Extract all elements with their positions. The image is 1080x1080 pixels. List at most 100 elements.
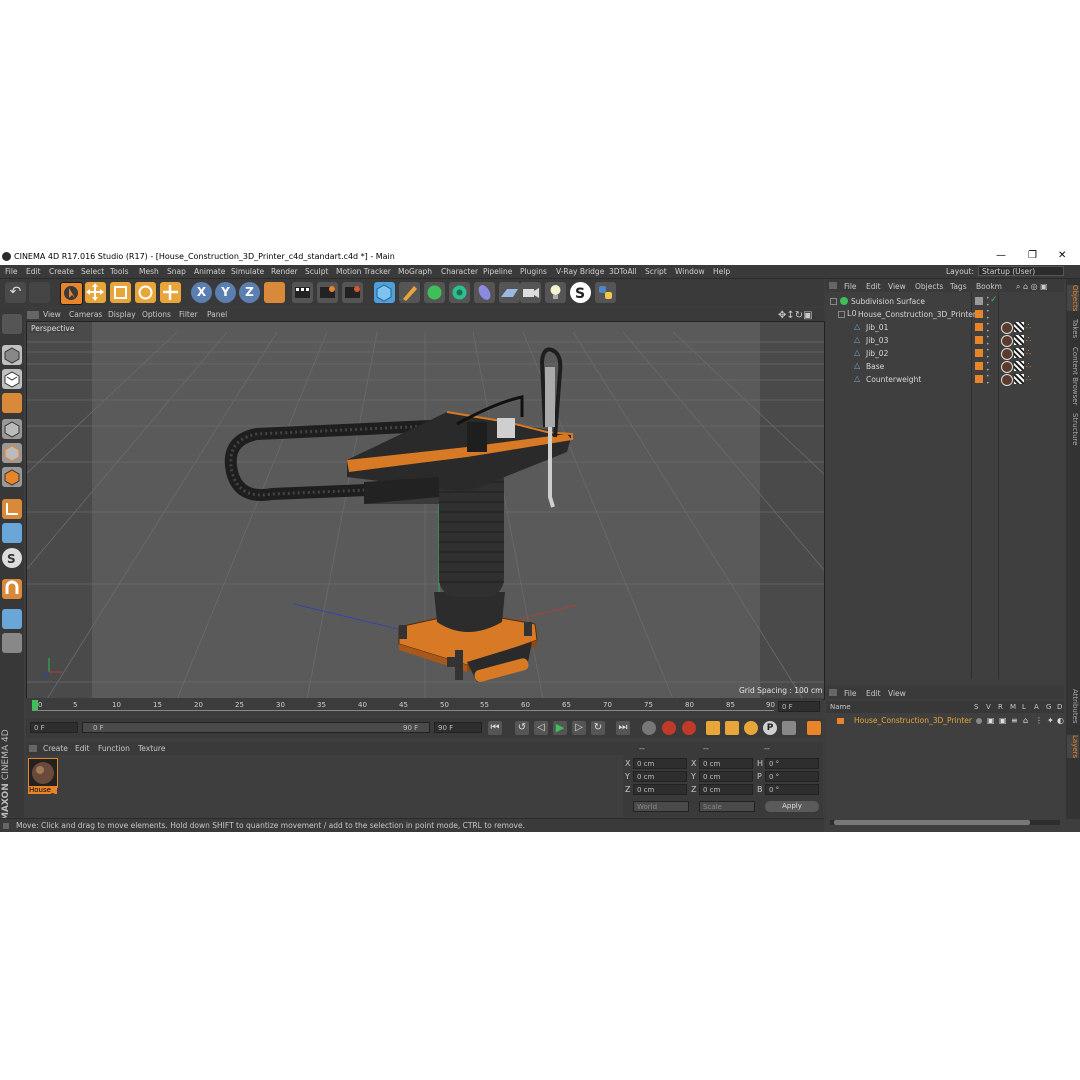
object-menu-tags[interactable]: Tags	[950, 282, 967, 291]
layer-lock-icon[interactable]: ⌂	[1023, 716, 1028, 725]
layer-swatch[interactable]	[975, 323, 983, 331]
material-manager-options-icon[interactable]	[29, 745, 37, 752]
side-tab-content-browser[interactable]: Content Browser	[1067, 347, 1079, 405]
scale-tool-icon[interactable]	[110, 282, 131, 303]
viewport-menu-view[interactable]: View	[43, 310, 61, 319]
autokeying-icon[interactable]	[682, 721, 696, 735]
camera-icon[interactable]	[520, 282, 541, 303]
deformer-icon[interactable]	[474, 282, 495, 303]
object-name[interactable]: House_Construction_3D_Printer	[858, 310, 976, 319]
material-menu-edit[interactable]: Edit	[75, 744, 90, 753]
visibility-dots[interactable]: • •	[986, 334, 990, 348]
undo-icon[interactable]: ↶	[5, 282, 26, 303]
layer-menu-edit[interactable]: Edit	[866, 689, 881, 698]
rotate-tool-icon[interactable]	[135, 282, 156, 303]
menu-help[interactable]: Help	[713, 267, 730, 276]
material-thumbnail[interactable]	[28, 758, 58, 788]
layer-manager-options-icon[interactable]	[829, 689, 837, 696]
menu-vray-bridge[interactable]: V-Ray Bridge	[556, 267, 604, 276]
make-editable-icon[interactable]	[2, 314, 22, 334]
layer-manager-icon[interactable]: ≡	[1011, 716, 1018, 725]
key-scale-icon[interactable]	[725, 721, 739, 735]
expand-toggle[interactable]	[838, 311, 845, 318]
object-row-jib-03[interactable]: △ Jib_03 • • ∴	[826, 334, 1064, 348]
previous-keyframe-icon[interactable]: ↺	[515, 721, 529, 735]
material-menu-texture[interactable]: Texture	[138, 744, 165, 753]
menu-mograph[interactable]: MoGraph	[398, 267, 432, 276]
phong-tag-icon[interactable]: ∴	[1026, 374, 1031, 383]
menu-tools[interactable]: Tools	[110, 267, 128, 276]
layer-swatch[interactable]	[975, 310, 983, 318]
axis-y-lock-icon[interactable]: Y	[215, 282, 236, 303]
layer-render-icon[interactable]: ▣	[999, 716, 1007, 725]
viewport-options-icon[interactable]	[27, 311, 39, 319]
render-view-icon[interactable]	[292, 282, 313, 303]
layer-swatch[interactable]	[975, 297, 983, 305]
object-name[interactable]: Counterweight	[866, 375, 921, 384]
go-to-end-icon[interactable]: ⏭	[616, 721, 630, 735]
layer-swatch[interactable]	[975, 349, 983, 357]
model-mode-icon[interactable]	[2, 345, 22, 365]
menu-pipeline[interactable]: Pipeline	[483, 267, 512, 276]
side-tab-layers[interactable]: Layers	[1067, 735, 1079, 759]
key-rotation-icon[interactable]	[744, 721, 758, 735]
position-z-field[interactable]: 0 cm	[633, 784, 687, 795]
object-row-subdivision[interactable]: Subdivision Surface • • ✓	[826, 295, 1064, 309]
lock-workplane-icon[interactable]	[2, 609, 22, 629]
side-tab-takes[interactable]: Takes	[1067, 319, 1079, 338]
record-active-objects-icon[interactable]	[662, 721, 676, 735]
visibility-dots[interactable]: • •	[986, 360, 990, 374]
render-settings-icon[interactable]	[342, 282, 363, 303]
redo-icon[interactable]	[29, 282, 50, 303]
maximize-button[interactable]: ❐	[1028, 250, 1037, 261]
workplane-icon[interactable]	[2, 393, 22, 413]
pen-spline-icon[interactable]	[399, 282, 420, 303]
layer-scrollbar-thumb[interactable]	[834, 820, 1030, 825]
menu-render[interactable]: Render	[271, 267, 298, 276]
visibility-dots[interactable]: • •	[986, 347, 990, 361]
object-name[interactable]: Jib_02	[866, 349, 888, 358]
rotation-b-field[interactable]: 0 °	[765, 784, 819, 795]
visibility-dots[interactable]: • •	[986, 321, 990, 335]
material-tag-icon[interactable]	[1001, 361, 1013, 373]
object-row-counterweight[interactable]: △ Counterweight • • ∴	[826, 373, 1064, 387]
menu-sculpt[interactable]: Sculpt	[305, 267, 328, 276]
snap-icon[interactable]: S	[2, 548, 22, 568]
object-name[interactable]: Jib_03	[866, 336, 888, 345]
points-mode-icon[interactable]	[2, 419, 22, 439]
object-manager-nav-icons[interactable]: ⌕ ⌂ ◎ ▣	[1016, 282, 1048, 292]
polygons-mode-icon[interactable]	[2, 467, 22, 487]
layer-menu-file[interactable]: File	[844, 689, 857, 698]
layer-swatch[interactable]	[975, 336, 983, 344]
menu-animate[interactable]: Animate	[194, 267, 225, 276]
menu-edit[interactable]: Edit	[26, 267, 41, 276]
planar-workplane-icon[interactable]	[2, 633, 22, 653]
viewport-menu-cameras[interactable]: Cameras	[69, 310, 102, 319]
side-tab-objects[interactable]: Objects	[1067, 285, 1079, 312]
size-x-field[interactable]: 0 cm	[699, 758, 753, 769]
visibility-dots[interactable]: • •	[986, 308, 990, 322]
key-parameter-icon[interactable]: P	[763, 721, 777, 735]
size-y-field[interactable]: 0 cm	[699, 771, 753, 782]
material-tag-icon[interactable]	[1001, 374, 1013, 386]
phong-tag-icon[interactable]: ∴	[1026, 335, 1031, 344]
menu-snap[interactable]: Snap	[167, 267, 186, 276]
cloner-icon[interactable]	[449, 282, 470, 303]
phong-tag-icon[interactable]: ∴	[1026, 348, 1031, 357]
light-icon[interactable]	[545, 282, 566, 303]
close-button[interactable]: ✕	[1058, 250, 1066, 261]
position-y-field[interactable]: 0 cm	[633, 771, 687, 782]
material-menu-create[interactable]: Create	[43, 744, 68, 753]
size-mode-dropdown[interactable]: Scale	[699, 801, 755, 812]
object-menu-file[interactable]: File	[844, 282, 857, 291]
go-to-start-icon[interactable]: ⏮	[488, 721, 502, 735]
phong-tag-icon[interactable]: ∴	[1026, 361, 1031, 370]
material-menu-function[interactable]: Function	[98, 744, 130, 753]
layer-name[interactable]: House_Construction_3D_Printer	[854, 716, 972, 725]
magnet-icon[interactable]	[2, 579, 22, 599]
rotation-h-field[interactable]: 0 °	[765, 758, 819, 769]
layer-scrollbar[interactable]	[830, 820, 1060, 825]
size-z-field[interactable]: 0 cm	[699, 784, 753, 795]
previous-frame-icon[interactable]: ◁	[534, 721, 548, 735]
object-row-jib-01[interactable]: △ Jib_01 • • ∴	[826, 321, 1064, 335]
